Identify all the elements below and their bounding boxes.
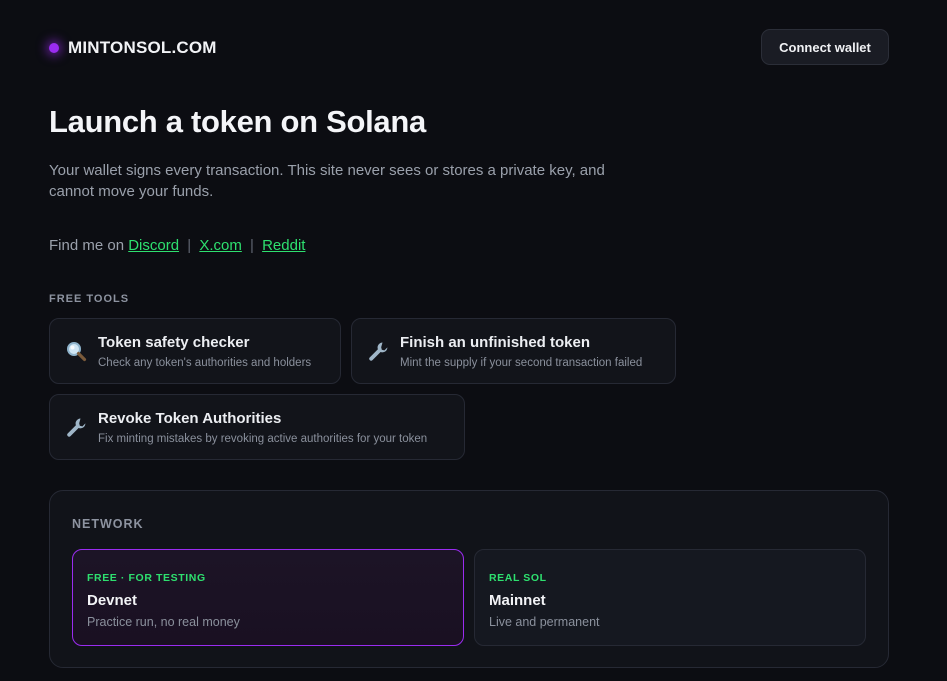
social-prefix: Find me on	[49, 237, 125, 254]
social-links: Find me on Discord | X.com | Reddit	[49, 237, 305, 254]
tool-description: Fix minting mistakes by revoking active …	[98, 432, 428, 445]
tool-title: Revoke Token Authorities	[98, 409, 282, 427]
free-tools-label: FREE TOOLS	[49, 293, 130, 305]
brand-name: MINTONSOL.COM	[68, 38, 217, 57]
discord-link[interactable]: Discord	[128, 237, 179, 254]
separator: |	[187, 237, 192, 254]
tool-description: Check any token's authorities and holder…	[98, 356, 312, 369]
tool-card-token-safety-checker[interactable]: Token safety checker Check any token's a…	[49, 318, 341, 384]
network-label: NETWORK	[72, 517, 144, 531]
network-description: Live and permanent	[489, 615, 600, 629]
tool-title: Token safety checker	[98, 333, 250, 351]
network-name: Mainnet	[489, 592, 546, 609]
network-description: Practice run, no real money	[87, 615, 240, 629]
network-tag: FREE · FOR TESTING	[87, 572, 206, 584]
network-tag: REAL SOL	[489, 572, 547, 584]
separator: |	[250, 237, 254, 254]
network-option-mainnet[interactable]: REAL SOL Mainnet Live and permanent	[474, 549, 866, 646]
reddit-link[interactable]: Reddit	[262, 237, 305, 254]
tool-description: Mint the supply if your second transacti…	[400, 356, 643, 369]
network-name: Devnet	[87, 592, 138, 609]
page-title: Launch a token on Solana	[49, 104, 426, 139]
x-link[interactable]: X.com	[199, 237, 242, 254]
wrench-icon	[64, 415, 88, 439]
tool-card-revoke-token-authorities[interactable]: Revoke Token Authorities Fix minting mis…	[49, 394, 465, 460]
network-panel: NETWORK FREE · FOR TESTING Devnet Practi…	[49, 490, 889, 668]
page: MINTONSOL.COM Connect wallet Launch a to…	[0, 0, 947, 681]
page-subtitle: Your wallet signs every transaction. Thi…	[49, 162, 605, 200]
magnifier-icon	[64, 339, 88, 363]
brand[interactable]: MINTONSOL.COM	[49, 38, 217, 58]
connect-wallet-button[interactable]: Connect wallet	[761, 29, 889, 65]
tool-card-finish-unfinished-token[interactable]: Finish an unfinished token Mint the supp…	[351, 318, 676, 384]
network-option-devnet[interactable]: FREE · FOR TESTING Devnet Practice run, …	[72, 549, 464, 646]
wrench-icon	[366, 339, 390, 363]
brand-dot-icon	[49, 43, 59, 53]
tool-title: Finish an unfinished token	[400, 333, 591, 351]
